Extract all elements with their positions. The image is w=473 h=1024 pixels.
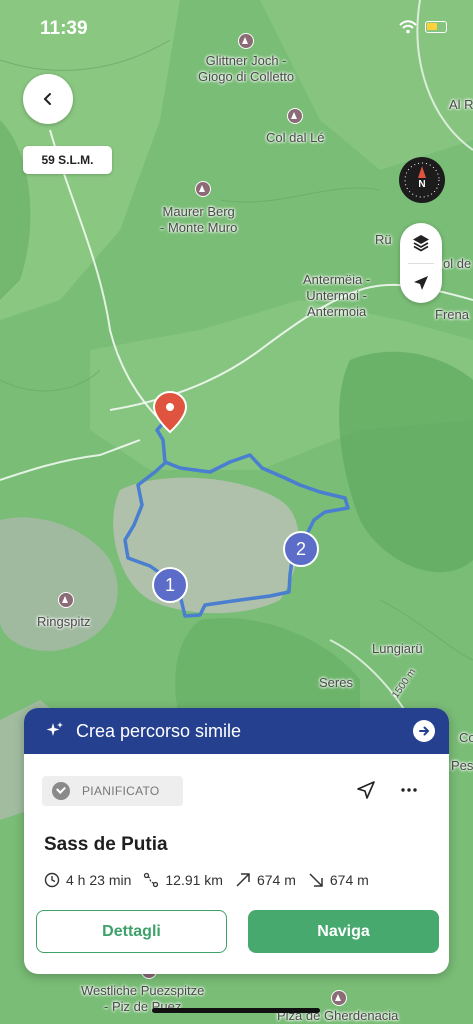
ascent-arrow-icon	[236, 873, 250, 887]
map-label-seres: Seres	[319, 675, 353, 690]
similar-route-banner[interactable]: Crea percorso simile	[24, 708, 449, 754]
map-label-al-r: Al R	[449, 97, 473, 112]
duration-value: 4 h 23 min	[66, 872, 132, 888]
more-options-button[interactable]	[397, 778, 421, 802]
chevron-left-icon	[43, 93, 51, 105]
map-label-antermeia: Antermëia - Untermoi - Antermoia	[303, 272, 371, 319]
compass-icon: N	[404, 162, 440, 198]
distance-value: 12.91 km	[165, 872, 223, 888]
home-indicator	[152, 1008, 320, 1013]
status-badge-label: PIANIFICATO	[82, 784, 160, 798]
map-label-pes: Pes	[451, 758, 473, 773]
battery-icon	[425, 21, 447, 33]
layers-icon	[413, 235, 429, 252]
waypoint-marker[interactable]: 2	[283, 531, 319, 567]
route-stats: 4 h 23 min 12.91 km 674 m 674 m	[44, 872, 381, 888]
map-label-ru: Rü	[375, 232, 392, 247]
navigate-button[interactable]: Naviga	[248, 910, 439, 953]
waypoint-marker[interactable]: 1	[152, 567, 188, 603]
peak-icon	[238, 33, 254, 49]
map-label-col-dal-le: Col dal Lé	[266, 130, 325, 145]
banner-text: Crea percorso simile	[76, 720, 242, 741]
sparkle-icon	[46, 722, 63, 736]
peak-icon	[331, 990, 347, 1006]
stat-distance: 12.91 km	[143, 872, 223, 888]
locate-button[interactable]	[400, 263, 442, 303]
peak-icon	[195, 181, 211, 197]
route-name: Sass de Putia	[44, 834, 168, 855]
stat-ascent: 674 m	[235, 872, 296, 888]
altitude-badge: 59 S.L.M.	[23, 146, 112, 174]
status-badge: PIANIFICATO	[42, 776, 183, 806]
status-icons	[399, 20, 447, 34]
map-label-maurer: Maurer Berg - Monte Muro	[160, 204, 238, 235]
details-button[interactable]: Dettagli	[36, 910, 227, 953]
back-button[interactable]	[23, 74, 73, 124]
map-label-lungiaru: Lungiarü	[372, 641, 423, 656]
share-location-icon[interactable]	[354, 778, 378, 802]
route-panel: Crea percorso simile PIANIFICATO Sass de…	[24, 708, 449, 974]
distance-icon	[144, 872, 159, 888]
wifi-icon	[399, 20, 417, 34]
arrow-right-icon	[413, 720, 435, 742]
location-arrow-icon	[414, 276, 428, 290]
stat-descent: 674 m	[308, 872, 369, 888]
compass-button[interactable]: N	[399, 157, 445, 203]
ascent-value: 674 m	[256, 872, 296, 888]
status-time: 11:39	[40, 18, 88, 39]
map-label-glittner: Glittner Joch - Giogo di Colletto	[198, 53, 295, 84]
check-circle-icon	[52, 782, 70, 800]
clock-icon	[44, 872, 60, 888]
map-controls	[400, 223, 442, 303]
peak-icon	[287, 108, 303, 124]
start-pin-icon[interactable]	[152, 390, 188, 434]
descent-value: 674 m	[329, 872, 369, 888]
more-dots-icon	[401, 788, 417, 792]
map-label-ringspitz: Ringspitz	[37, 614, 91, 629]
svg-text:N: N	[418, 179, 425, 190]
map-label-frena: Frena	[435, 307, 469, 322]
peak-icon	[58, 592, 74, 608]
stat-duration: 4 h 23 min	[44, 872, 131, 888]
layers-button[interactable]	[400, 223, 442, 263]
map-label-col-de: ol de	[443, 256, 472, 271]
map-label-co: Co	[459, 730, 473, 745]
descent-arrow-icon	[309, 873, 323, 887]
status-bar: 11:39	[0, 0, 473, 60]
